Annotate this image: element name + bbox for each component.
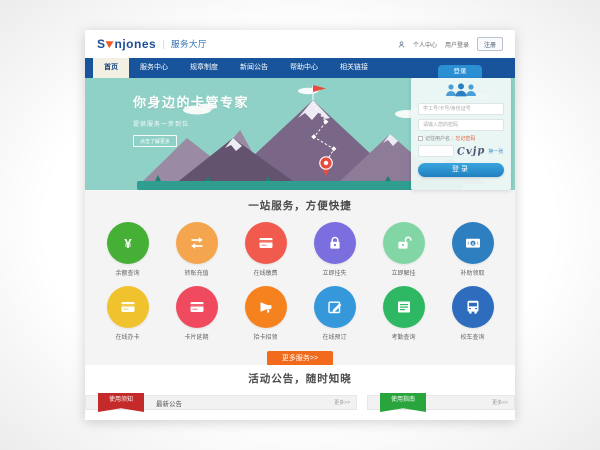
captcha-refresh-link[interactable]: 换一张 bbox=[488, 148, 503, 155]
logo-divider: | bbox=[162, 39, 165, 49]
notice-more-link[interactable]: 更多>> bbox=[334, 399, 356, 406]
nav-item-5[interactable]: 帮助中心 bbox=[279, 58, 329, 78]
service-label: 在线预订 bbox=[312, 332, 358, 341]
logo-plane-icon bbox=[105, 38, 115, 48]
forgot-password-link[interactable]: 忘记密码 bbox=[455, 135, 475, 142]
service-label: 在线缴费 bbox=[243, 268, 289, 277]
hero-banner: 你身边的卡管专家 提供服务一步到位 点击了解更多 登录 记住用户 bbox=[85, 78, 515, 190]
latest-announcements-tab[interactable]: 最新公告 bbox=[156, 398, 182, 408]
site-page: S njones | 服务大厅 个人中心 用户登录 注册 首页服务中心规章制度新… bbox=[85, 30, 515, 420]
service-label: 在线办卡 bbox=[105, 332, 151, 341]
service-item-11[interactable]: 考勤查询 bbox=[381, 286, 427, 341]
site-header: S njones | 服务大厅 个人中心 用户登录 注册 bbox=[85, 30, 515, 58]
brand-logo[interactable]: S njones | 服务大厅 bbox=[97, 37, 207, 51]
remember-checkbox[interactable] bbox=[418, 136, 423, 141]
remember-label: 记住用户名 bbox=[425, 135, 450, 142]
more-services-button[interactable]: 更多服务>> bbox=[267, 351, 333, 366]
service-item-10[interactable]: 在线预订 bbox=[312, 286, 358, 341]
service-item-3[interactable]: 在线缴费 bbox=[243, 222, 289, 277]
service-label: 立即解挂 bbox=[381, 268, 427, 277]
list-icon[interactable] bbox=[383, 286, 425, 328]
svg-text:¥: ¥ bbox=[124, 236, 132, 251]
service-label: 卡片延期 bbox=[174, 332, 220, 341]
hero-headline: 你身边的卡管专家 bbox=[133, 92, 249, 111]
service-label: 补助领取 bbox=[450, 268, 496, 277]
yen-icon[interactable]: ¥ bbox=[107, 222, 149, 264]
captcha-input[interactable] bbox=[418, 145, 454, 157]
service-label: 余额查询 bbox=[105, 268, 151, 277]
user-icon bbox=[398, 41, 405, 48]
service-item-5[interactable]: 立即解挂 bbox=[381, 222, 427, 277]
logo-text-suffix: njones bbox=[115, 37, 157, 51]
options-separator: | bbox=[452, 136, 453, 142]
guide-panel: 使用指南 更多>> bbox=[367, 395, 515, 410]
hero-subline: 提供服务一步到位 bbox=[133, 119, 249, 128]
service-label: 校车查询 bbox=[450, 332, 496, 341]
banknote-icon[interactable]: ¥ bbox=[452, 222, 494, 264]
announcements-section: 活动公告，随时知晓 使用须知 最新公告 更多>> 使用指南 更多>> bbox=[85, 365, 515, 420]
service-item-1[interactable]: ¥ 余额查询 bbox=[105, 222, 151, 277]
login-panel: 登录 记住用户名 | 忘记密码 bbox=[411, 65, 511, 190]
service-label: 转账充值 bbox=[174, 268, 220, 277]
service-label: 拾卡招领 bbox=[243, 332, 289, 341]
service-item-8[interactable]: 卡片延期 bbox=[174, 286, 220, 341]
service-label: 立即挂失 bbox=[312, 268, 358, 277]
card-icon[interactable] bbox=[176, 286, 218, 328]
transfer-icon[interactable] bbox=[176, 222, 218, 264]
service-item-9[interactable]: 拾卡招领 bbox=[243, 286, 289, 341]
nav-item-3[interactable]: 规章制度 bbox=[179, 58, 229, 78]
service-item-6[interactable]: ¥ 补助领取 bbox=[450, 222, 496, 277]
card-icon[interactable] bbox=[245, 222, 287, 264]
users-group-icon bbox=[418, 83, 504, 99]
register-button[interactable]: 注册 bbox=[477, 37, 503, 51]
megaphone-icon[interactable] bbox=[245, 286, 287, 328]
edit-icon[interactable] bbox=[314, 286, 356, 328]
service-item-4[interactable]: 立即挂失 bbox=[312, 222, 358, 277]
nav-item-1[interactable]: 首页 bbox=[93, 58, 129, 78]
service-label: 考勤查询 bbox=[381, 332, 427, 341]
services-title: 一站服务，方便快捷 bbox=[85, 198, 515, 213]
password-input[interactable] bbox=[418, 119, 504, 131]
unlock-icon[interactable] bbox=[383, 222, 425, 264]
login-submit-button[interactable]: 登录 bbox=[418, 163, 504, 177]
nav-item-2[interactable]: 服务中心 bbox=[129, 58, 179, 78]
logo-tagline: 服务大厅 bbox=[171, 38, 207, 50]
announcements-title: 活动公告，随时知晓 bbox=[85, 371, 515, 386]
services-section: 一站服务，方便快捷 ¥ 余额查询 转账充值 在线缴费 立即挂失 立即解挂 ¥ 补助领取 在线办… bbox=[85, 190, 515, 365]
card-icon[interactable] bbox=[107, 286, 149, 328]
nav-item-6[interactable]: 相关链接 bbox=[329, 58, 379, 78]
lock-icon[interactable] bbox=[314, 222, 356, 264]
service-item-7[interactable]: 在线办卡 bbox=[105, 286, 151, 341]
captcha-image: Cvjp bbox=[457, 145, 486, 157]
guide-more-link[interactable]: 更多>> bbox=[492, 399, 514, 406]
login-tab[interactable]: 登录 bbox=[438, 65, 482, 78]
notice-panel: 使用须知 最新公告 更多>> bbox=[85, 395, 357, 410]
link-user-login[interactable]: 用户登录 bbox=[445, 40, 469, 49]
bus-icon[interactable] bbox=[452, 286, 494, 328]
logo-text-prefix: S bbox=[97, 37, 106, 51]
hero-cta-button[interactable]: 点击了解更多 bbox=[133, 135, 177, 147]
service-item-2[interactable]: 转账充值 bbox=[174, 222, 220, 277]
link-personal-center[interactable]: 个人中心 bbox=[413, 40, 437, 49]
service-item-12[interactable]: 校车查询 bbox=[450, 286, 496, 341]
account-input[interactable] bbox=[418, 103, 504, 115]
nav-item-4[interactable]: 新闻公告 bbox=[229, 58, 279, 78]
